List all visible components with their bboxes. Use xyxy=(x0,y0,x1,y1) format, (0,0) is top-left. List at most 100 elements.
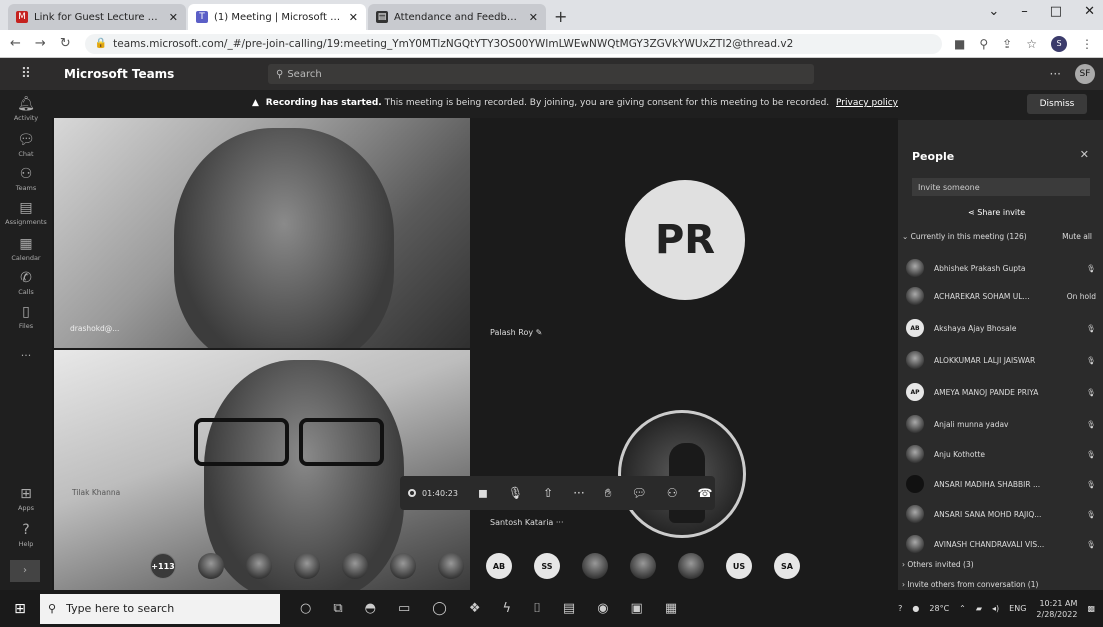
rail-item-apps[interactable]: ⊞ Apps xyxy=(0,486,52,512)
edge-icon[interactable]: ◓ xyxy=(365,601,376,616)
participant-avatar[interactable]: US xyxy=(726,553,752,579)
app-icon[interactable]: ▤ xyxy=(563,601,575,616)
camera-off-icon[interactable]: ◼︎ xyxy=(478,486,488,500)
participant-row[interactable]: AVINASH CHANDRAVALI VIS... 🎙︎ xyxy=(906,534,1096,554)
camera-icon[interactable]: ■ xyxy=(954,37,965,51)
invite-someone-input[interactable]: Invite someone xyxy=(912,178,1090,196)
rail-item-files[interactable]: ▯ Files xyxy=(0,304,52,330)
current-participants-header[interactable]: ⌄ Currently in this meeting (126) Mute a… xyxy=(902,232,1098,241)
app-icon[interactable]: ▣ xyxy=(631,601,643,616)
opera-icon[interactable]: ◯ xyxy=(432,601,447,616)
close-icon[interactable]: ✕ xyxy=(1080,148,1089,161)
task-view-icon[interactable]: ⧉ xyxy=(333,601,342,616)
others-invited-header[interactable]: › Others invited (3) xyxy=(902,560,1098,569)
clock[interactable]: 10:21 AM 2/28/2022 xyxy=(1036,598,1077,620)
star-icon[interactable]: ☆ xyxy=(1026,37,1037,51)
participant-avatar[interactable] xyxy=(294,553,320,579)
kebab-menu-icon[interactable]: ⋮ xyxy=(1081,37,1093,51)
more-actions-icon[interactable]: ··· xyxy=(573,486,584,500)
overflow-count-badge[interactable]: +113 xyxy=(150,553,176,579)
more-icon[interactable]: ··· xyxy=(556,518,564,527)
rail-item-activity[interactable]: 🔔︎ Activity xyxy=(0,96,52,122)
raise-hand-icon[interactable]: ✋︎ xyxy=(605,486,612,501)
browser-tab-forms[interactable]: ▤ Attendance and Feedback form (... ✕ xyxy=(368,4,546,30)
weather-temperature[interactable]: 28°C xyxy=(929,604,949,613)
hang-up-icon[interactable]: ☎︎ xyxy=(698,486,713,500)
chevron-up-icon[interactable]: ⌃ xyxy=(959,604,966,613)
rail-item-assignments[interactable]: ▤ Assignments xyxy=(0,200,52,226)
rail-item-more[interactable]: ... xyxy=(0,344,52,359)
chrome-icon[interactable]: ◉ xyxy=(597,601,608,616)
minimize-icon[interactable]: – xyxy=(1021,4,1028,19)
close-icon[interactable]: ✕ xyxy=(349,11,358,24)
participant-avatar[interactable] xyxy=(390,553,416,579)
reload-icon[interactable]: ↻ xyxy=(60,36,71,51)
rail-item-calls[interactable]: ✆ Calls xyxy=(0,270,52,296)
more-icon[interactable]: ··· xyxy=(1050,67,1061,81)
participant-row[interactable]: AP AMEYA MANOJ PANDE PRIYA 🎙︎ xyxy=(906,382,1096,402)
user-avatar[interactable]: SF xyxy=(1075,64,1095,84)
video-tile-1[interactable]: drashokd@... xyxy=(54,118,470,348)
close-icon[interactable]: ✕ xyxy=(529,11,538,24)
rail-item-chat[interactable]: 💬︎ Chat xyxy=(0,132,52,158)
forward-icon[interactable]: → xyxy=(35,36,46,51)
participant-row[interactable]: ANSARI SANA MOHD RAJIQ... 🎙︎ xyxy=(906,504,1096,524)
participant-avatar[interactable] xyxy=(630,553,656,579)
participant-row[interactable]: ANSARI MADIHA SHABBIR ... 🎙︎ xyxy=(906,474,1096,494)
language-indicator[interactable]: ENG xyxy=(1009,604,1026,613)
participant-avatar[interactable] xyxy=(678,553,704,579)
volume-icon[interactable]: ◂) xyxy=(992,604,999,613)
participants-icon[interactable]: ⚇ xyxy=(667,486,678,500)
participant-avatar[interactable] xyxy=(582,553,608,579)
collapse-panel-button[interactable]: › xyxy=(10,560,40,582)
participant-avatar[interactable] xyxy=(342,553,368,579)
share-invite-button[interactable]: ⋖ Share invite xyxy=(968,208,1025,217)
cortana-icon[interactable]: ○ xyxy=(300,601,311,616)
dismiss-button[interactable]: Dismiss xyxy=(1027,94,1087,114)
rail-item-teams[interactable]: ⚇ Teams xyxy=(0,166,52,192)
search-input[interactable]: ⚲ Search xyxy=(268,64,814,84)
browser-tab-gmail[interactable]: M Link for Guest Lecture by Dr. Shi... ✕ xyxy=(8,4,186,30)
self-view-video[interactable] xyxy=(618,410,746,538)
participant-avatar[interactable] xyxy=(246,553,272,579)
app-launcher-icon[interactable]: ⠿ xyxy=(0,66,52,82)
participant-avatar[interactable] xyxy=(198,553,224,579)
participant-avatar[interactable] xyxy=(438,553,464,579)
chevron-down-icon[interactable]: ⌄ xyxy=(988,4,999,19)
participant-row[interactable]: AB Akshaya Ajay Bhosale 🎙︎ xyxy=(906,318,1096,338)
privacy-policy-link[interactable]: Privacy policy xyxy=(836,98,898,108)
close-icon[interactable]: ✕ xyxy=(1084,4,1095,19)
app-icon[interactable]: ▦ xyxy=(665,601,677,616)
participant-row[interactable]: ACHAREKAR SOHAM UL... On hold xyxy=(906,286,1096,306)
participant-avatar[interactable]: AB xyxy=(486,553,512,579)
mute-all-button[interactable]: Mute all xyxy=(1062,232,1098,241)
network-icon[interactable]: ▰ xyxy=(976,604,982,613)
browser-tab-teams[interactable]: T (1) Meeting | Microsoft Tea... ✕ xyxy=(188,4,366,30)
profile-avatar[interactable]: S xyxy=(1051,35,1067,52)
rail-item-calendar[interactable]: ▦ Calendar xyxy=(0,236,52,262)
zoom-icon[interactable]: ⚲ xyxy=(979,37,988,51)
close-icon[interactable]: ✕ xyxy=(169,11,178,24)
new-tab-button[interactable]: + xyxy=(554,7,567,26)
app-icon[interactable]: ⌷ xyxy=(533,601,541,616)
invite-others-header[interactable]: › Invite others from conversation (1) xyxy=(902,580,1098,589)
notifications-icon[interactable]: ▩ xyxy=(1087,604,1095,613)
windows-start-icon[interactable]: ⊞ xyxy=(0,601,40,617)
participant-avatar[interactable]: SA xyxy=(774,553,800,579)
share-screen-icon[interactable]: ⇧ xyxy=(543,486,553,500)
participant-row[interactable]: Anjali munna yadav 🎙︎ xyxy=(906,414,1096,434)
rail-item-help[interactable]: ? Help xyxy=(0,522,52,548)
share-icon[interactable]: ⇪ xyxy=(1002,37,1012,51)
dropbox-icon[interactable]: ❖ xyxy=(469,601,481,616)
chat-icon[interactable]: 💬︎ xyxy=(632,486,647,500)
help-icon[interactable]: ? xyxy=(898,604,902,613)
taskbar-search-input[interactable]: ⚲ Type here to search xyxy=(40,593,280,624)
winamp-icon[interactable]: ϟ xyxy=(503,601,512,616)
back-icon[interactable]: ← xyxy=(10,36,21,51)
participant-row[interactable]: Anju Kothotte 🎙︎ xyxy=(906,444,1096,464)
mic-off-icon[interactable]: 🎙︎ xyxy=(508,486,523,500)
participant-row[interactable]: Abhishek Prakash Gupta 🎙︎ xyxy=(906,258,1096,278)
explorer-icon[interactable]: ▭ xyxy=(398,601,410,616)
participant-row[interactable]: ALOKKUMAR LALJI JAISWAR 🎙︎ xyxy=(906,350,1096,370)
url-field[interactable]: 🔒 teams.microsoft.com/_#/pre-join-callin… xyxy=(84,33,943,54)
